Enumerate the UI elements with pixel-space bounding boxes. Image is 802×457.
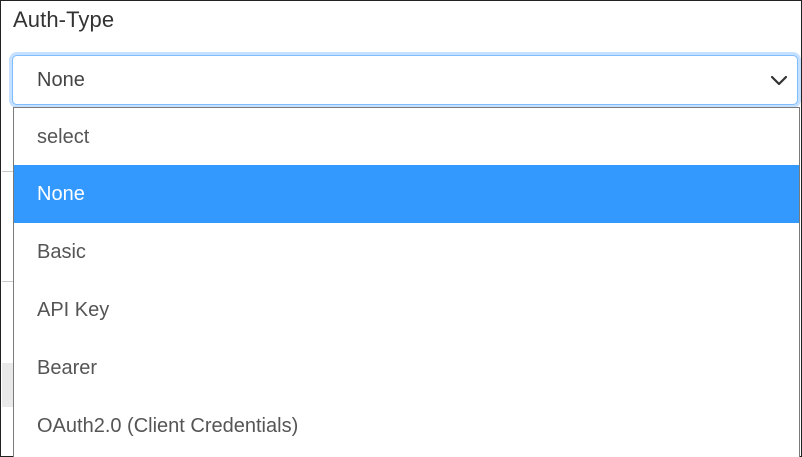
auth-type-options-list: select None Basic API Key Bearer OAuth2.… xyxy=(13,107,800,457)
option-oauth2-client-credentials[interactable]: OAuth2.0 (Client Credentials) xyxy=(14,397,799,455)
chevron-down-icon xyxy=(769,70,789,90)
option-bearer[interactable]: Bearer xyxy=(14,339,799,397)
option-api-key[interactable]: API Key xyxy=(14,281,799,339)
option-basic[interactable]: Basic xyxy=(14,223,799,281)
option-select[interactable]: select xyxy=(14,108,799,165)
auth-type-label: Auth-Type xyxy=(13,7,115,32)
option-none[interactable]: None xyxy=(14,165,799,223)
auth-type-select[interactable]: None xyxy=(12,55,798,105)
auth-type-panel: Auth-Type None select None Basic API Key… xyxy=(0,0,802,457)
select-current-value: None xyxy=(37,69,85,91)
